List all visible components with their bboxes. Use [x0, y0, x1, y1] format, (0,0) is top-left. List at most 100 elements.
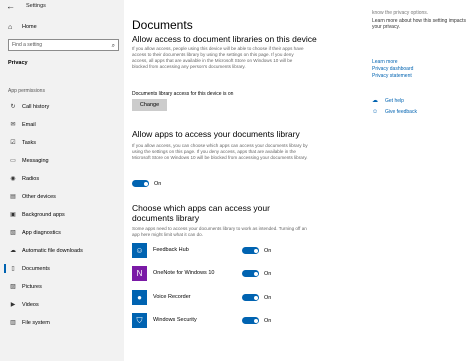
sidebar-item-label: Other devices — [22, 193, 56, 200]
sidebar-item-app-diagnostics[interactable]: ▧ App diagnostics — [0, 227, 124, 238]
file-system-icon: ▥ — [10, 320, 16, 326]
section-description: If you allow access, you can choose whic… — [132, 143, 308, 160]
sidebar-item-label: Automatic file downloads — [22, 247, 83, 254]
sidebar-item-label: Messaging — [22, 157, 49, 164]
sidebar-item-label: Radios — [22, 175, 40, 182]
app-name: Voice Recorder — [153, 294, 191, 300]
section-title: Privacy — [8, 60, 28, 66]
toggle-state-label: On — [264, 294, 272, 301]
home-nav-item[interactable]: ⌂ Home — [8, 22, 37, 32]
feedback-icon: ☺ — [372, 109, 379, 115]
back-arrow-icon[interactable]: ← — [6, 1, 15, 11]
toggle-state-label: On — [264, 270, 272, 277]
search-icon[interactable]: ⌕ — [112, 41, 115, 51]
search-input[interactable]: Find a setting ⌕ — [8, 39, 119, 51]
sidebar-item-label: Videos — [22, 301, 39, 308]
documents-icon: ▯ — [11, 266, 15, 272]
toggle-switch[interactable] — [242, 270, 259, 277]
sidebar-item-background-apps[interactable]: ▣ Background apps — [0, 209, 124, 220]
windows-security-icon: ⛉ — [132, 313, 147, 328]
section-heading-choose-apps: Choose which apps can access your docume… — [132, 203, 270, 223]
sidebar-item-label: File system — [22, 319, 50, 326]
section-heading-device-access: Allow access to document libraries on th… — [132, 34, 317, 44]
give-feedback-label: Give feedback — [385, 109, 417, 115]
tasks-icon: ☑ — [10, 140, 16, 146]
email-icon: ✉ — [10, 122, 16, 128]
toggle-switch[interactable] — [242, 294, 259, 301]
sidebar-item-label: Background apps — [22, 211, 65, 218]
home-icon: ⌂ — [8, 23, 13, 31]
app-toggle[interactable]: On — [242, 247, 271, 254]
group-header: App permissions — [8, 88, 45, 94]
feedback-hub-icon: ☺ — [132, 243, 147, 258]
give-feedback-link[interactable]: ☺ Give feedback — [372, 109, 417, 115]
sidebar-item-videos[interactable]: ▶ Videos — [0, 299, 124, 310]
sidebar-item-documents[interactable]: ▯ Documents — [0, 263, 124, 274]
toggle-state-label: On — [264, 317, 272, 324]
get-help-link[interactable]: ☁ Get help — [372, 97, 404, 105]
toggle-state-label: On — [154, 180, 162, 187]
pictures-icon: ▨ — [10, 284, 16, 290]
section-heading-app-access: Allow apps to access your documents libr… — [132, 129, 300, 139]
get-help-label: Get help — [385, 97, 404, 104]
toggle-state-label: On — [264, 247, 272, 254]
app-diagnostics-icon: ▧ — [10, 230, 16, 236]
app-name: OneNote for Windows 10 — [153, 270, 215, 276]
app-toggle[interactable]: On — [242, 317, 271, 324]
sidebar-item-file-system[interactable]: ▥ File system — [0, 317, 124, 328]
sidebar-item-file-downloads[interactable]: ☁ Automatic file downloads — [0, 245, 124, 256]
app-row-windows-security: ⛉ Windows Security On — [132, 313, 362, 329]
app-row-onenote: N OneNote for Windows 10 On — [132, 266, 362, 282]
radios-icon: ◉ — [10, 176, 16, 182]
other-devices-icon: ▤ — [10, 194, 16, 200]
aside-description: Learn more about how this setting impact… — [372, 18, 466, 31]
sidebar-item-radios[interactable]: ◉ Radios — [0, 173, 124, 184]
sidebar-item-pictures[interactable]: ▨ Pictures — [0, 281, 124, 292]
sidebar-item-label: Call history — [22, 103, 50, 110]
status-text: Documents library access for this device… — [132, 91, 234, 97]
toggle-switch[interactable] — [242, 317, 259, 324]
section-description: If you allow access, people using this d… — [132, 46, 304, 69]
app-name: Feedback Hub — [153, 247, 189, 253]
window-title: Settings — [26, 3, 46, 9]
toggle-switch[interactable] — [132, 180, 149, 187]
settings-window: ← Settings ⌂ Home Find a setting ⌕ Priva… — [0, 0, 474, 361]
sidebar-item-messaging[interactable]: ▭ Messaging — [0, 155, 124, 166]
related-panel: know the privacy options. Learn more abo… — [366, 10, 474, 361]
sidebar: ⌂ Home Find a setting ⌕ Privacy App perm… — [0, 14, 124, 361]
messaging-icon: ▭ — [10, 158, 16, 164]
section-description: Some apps need to access your documents … — [132, 226, 307, 237]
sidebar-item-label: App diagnostics — [22, 229, 61, 236]
voice-recorder-icon: ● — [132, 290, 147, 305]
help-chat-icon: ☁ — [372, 98, 378, 104]
sidebar-item-email[interactable]: ✉ Email — [0, 119, 124, 130]
search-placeholder: Find a setting — [12, 42, 43, 48]
videos-icon: ▶ — [10, 302, 16, 308]
home-label: Home — [22, 24, 37, 30]
sidebar-item-call-history[interactable]: ↻ Call history — [0, 101, 124, 112]
sidebar-item-label: Pictures — [22, 283, 42, 290]
onenote-icon: N — [132, 266, 147, 281]
app-toggle[interactable]: On — [242, 294, 271, 301]
title-bar: ← Settings — [0, 0, 124, 14]
sidebar-item-label: Email — [22, 121, 36, 128]
call-history-icon: ↻ — [10, 104, 16, 110]
file-downloads-icon: ☁ — [10, 248, 16, 254]
learn-more-link[interactable]: Learn more — [372, 59, 398, 65]
sidebar-item-label: Tasks — [22, 139, 37, 146]
sidebar-item-other-devices[interactable]: ▤ Other devices — [0, 191, 124, 202]
privacy-dashboard-link[interactable]: Privacy dashboard — [372, 66, 413, 72]
main-content: Documents Allow access to document libra… — [124, 14, 366, 361]
app-name: Windows Security — [153, 317, 197, 323]
app-access-toggle[interactable]: On — [132, 180, 161, 187]
toggle-switch[interactable] — [242, 247, 259, 254]
background-apps-icon: ▣ — [10, 212, 16, 218]
app-row-feedback-hub: ☺ Feedback Hub On — [132, 243, 362, 259]
app-toggle[interactable]: On — [242, 270, 271, 277]
aside-partial-text: know the privacy options. — [372, 10, 429, 16]
sidebar-item-tasks[interactable]: ☑ Tasks — [0, 137, 124, 148]
app-row-voice-recorder: ● Voice Recorder On — [132, 290, 362, 306]
privacy-statement-link[interactable]: Privacy statement — [372, 73, 412, 79]
page-title: Documents — [132, 18, 193, 32]
change-button[interactable]: Change — [132, 99, 167, 111]
